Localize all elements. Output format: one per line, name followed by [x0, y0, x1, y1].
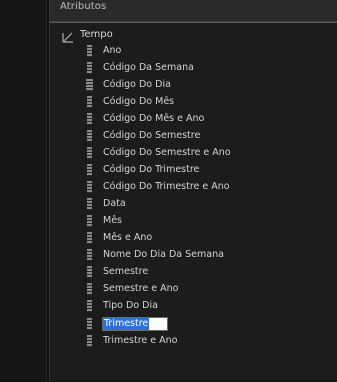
tree-item-trimestre-e-ano[interactable]: Trimestre e Ano: [50, 334, 337, 350]
attribute-icon: [87, 62, 92, 74]
tree-item-codigo-do-semestre[interactable]: Código Do Semestre: [50, 129, 337, 145]
tree-item-label: Tipo Do Dia: [103, 300, 158, 311]
tree-item-codigo-do-dia[interactable]: Código Do Dia: [50, 78, 337, 94]
tree-item-nome-do-dia-da-semana[interactable]: Nome Do Dia Da Semana: [50, 248, 337, 264]
tree-item-codigo-do-semestre-e-ano[interactable]: Código Do Semestre e Ano: [50, 146, 337, 162]
attribute-icon: [87, 300, 92, 312]
attribute-icon: [87, 249, 92, 261]
tree-root-label: Tempo: [80, 29, 113, 40]
tree-item-label: Mês e Ano: [103, 232, 153, 243]
tree-item-label: Semestre e Ano: [103, 283, 179, 294]
tree-item-mes-e-ano[interactable]: Mês e Ano: [50, 231, 337, 247]
tree-root-tempo[interactable]: Tempo: [50, 28, 337, 44]
tree-item-label: Ano: [103, 45, 122, 56]
tree-item-label: Semestre: [103, 266, 149, 277]
tree-item-label: Código Da Semana: [103, 62, 194, 73]
attribute-icon: [87, 266, 92, 278]
tree-item-codigo-do-mes-e-ano[interactable]: Código Do Mês e Ano: [50, 112, 337, 128]
rename-input-selected-text[interactable]: Trimestre: [103, 318, 150, 330]
window-frame: Atributos Tempo Ano Código Da Semana Cód…: [0, 0, 337, 381]
attribute-icon: [87, 232, 92, 244]
key-attribute-icon: [86, 79, 93, 91]
tree-item-data[interactable]: Data: [50, 197, 337, 213]
tree-item-semestre[interactable]: Semestre: [50, 265, 337, 281]
tree-item-trimestre[interactable]: Trimestre: [50, 317, 337, 333]
attribute-icon: [87, 147, 92, 159]
tree-item-label: Código Do Trimestre e Ano: [103, 181, 230, 192]
tree-item-codigo-do-mes[interactable]: Código Do Mês: [50, 95, 337, 111]
hierarchy-icon: [62, 32, 73, 43]
tree-item-ano[interactable]: Ano: [50, 44, 337, 60]
tree-item-label: Data: [103, 198, 126, 209]
attribute-icon: [87, 283, 92, 295]
tree-item-label: Nome Do Dia Da Semana: [103, 249, 224, 260]
rename-input[interactable]: Trimestre: [102, 317, 168, 331]
attribute-icon: [87, 318, 92, 330]
tree-item-semestre-e-ano[interactable]: Semestre e Ano: [50, 282, 337, 298]
left-gutter: [0, 0, 47, 381]
attribute-icon: [87, 215, 92, 227]
tree-item-label: Código Do Mês: [103, 96, 175, 107]
tree-item-label: Código Do Mês e Ano: [103, 113, 205, 124]
tree-item-label: Mês: [103, 215, 122, 226]
tree-item-label: Código Do Semestre: [103, 130, 201, 141]
tree-item-mes[interactable]: Mês: [50, 214, 337, 230]
attribute-icon: [87, 113, 92, 125]
panel-header: Atributos: [50, 0, 337, 22]
attributes-panel: Atributos Tempo Ano Código Da Semana Cód…: [49, 0, 337, 381]
tree-item-codigo-da-semana[interactable]: Código Da Semana: [50, 61, 337, 77]
attribute-icon: [87, 45, 92, 57]
attribute-icon: [87, 164, 92, 176]
tree-item-codigo-do-trimestre-e-ano[interactable]: Código Do Trimestre e Ano: [50, 180, 337, 196]
attribute-icon: [87, 335, 92, 347]
tree-item-tipo-do-dia[interactable]: Tipo Do Dia: [50, 299, 337, 315]
tree-item-label: Código Do Trimestre: [103, 164, 200, 175]
tree-item-label: Código Do Dia: [103, 79, 171, 90]
attribute-tree: Tempo Ano Código Da Semana Código Do Dia…: [50, 22, 337, 382]
tree-item-codigo-do-trimestre[interactable]: Código Do Trimestre: [50, 163, 337, 179]
panel-title: Atributos: [60, 1, 107, 12]
attribute-icon: [87, 181, 92, 193]
attribute-icon: [87, 96, 92, 108]
attribute-icon: [87, 130, 92, 142]
attribute-icon: [87, 198, 92, 210]
tree-item-label: Trimestre e Ano: [103, 335, 178, 346]
tree-item-label: Código Do Semestre e Ano: [103, 147, 231, 158]
